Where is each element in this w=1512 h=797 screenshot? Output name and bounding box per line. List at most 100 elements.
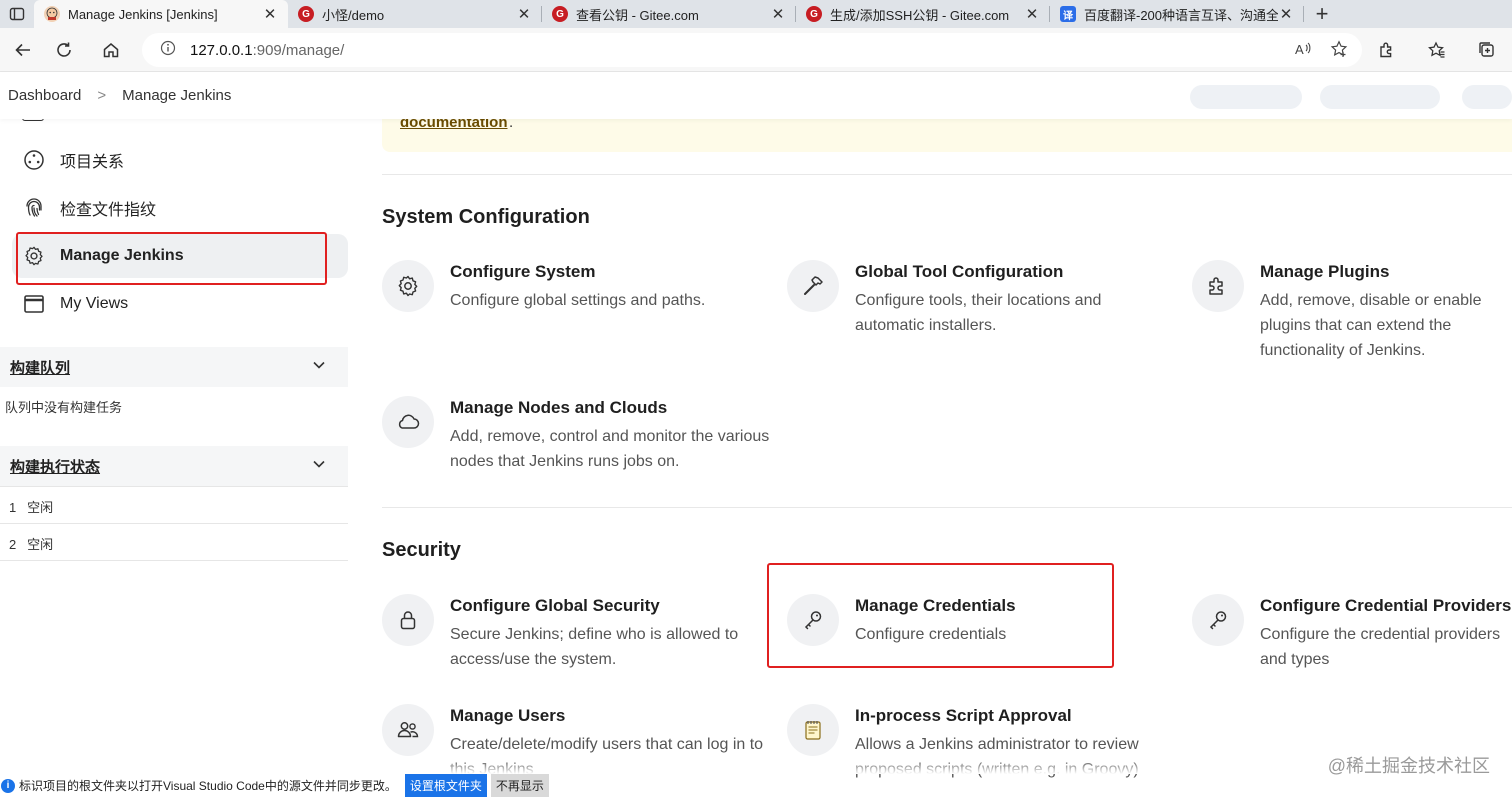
gitee-icon: G: [298, 6, 314, 22]
add-favorite-icon[interactable]: [1330, 40, 1348, 62]
card-description: Add, remove, disable or enable plugins t…: [1260, 292, 1482, 359]
browser-tab[interactable]: G 查看公钥 - Gitee.com ✕: [542, 0, 796, 28]
highlight-box-manage-credentials: [767, 563, 1114, 668]
site-info-icon[interactable]: [160, 40, 176, 60]
breadcrumb-dashboard[interactable]: Dashboard: [8, 87, 81, 104]
new-tab-button[interactable]: +: [1304, 0, 1340, 28]
card-configure-system[interactable]: Configure System Configure global settin…: [382, 260, 762, 340]
jenkins-icon: [44, 6, 60, 22]
card-description: Configure global settings and paths.: [450, 292, 706, 309]
sidebar-item-project-relationship[interactable]: 项目关系: [12, 138, 348, 182]
build-queue-header[interactable]: 构建队列: [0, 347, 348, 387]
executors-title[interactable]: 构建执行状态: [10, 456, 100, 477]
browser-tab[interactable]: G 小怪/demo ✕: [288, 0, 542, 28]
tab-close-icon[interactable]: ✕: [1278, 5, 1294, 23]
breadcrumb-placeholder: [1190, 85, 1302, 109]
watermark-text: @稀土掘金技术社区: [1327, 756, 1490, 776]
dont-show-again-button[interactable]: 不再显示: [490, 774, 549, 797]
tab-title: Manage Jenkins [Jenkins]: [68, 6, 218, 22]
set-root-folder-button[interactable]: 设置根文件夹: [404, 774, 487, 797]
card-title[interactable]: Manage Nodes and Clouds: [450, 398, 667, 418]
chevron-down-icon[interactable]: [312, 457, 326, 475]
baidu-translate-icon: 译: [1060, 6, 1076, 22]
url-host: 127.0.0.1: [190, 41, 253, 59]
read-aloud-icon[interactable]: A: [1294, 40, 1312, 62]
vscode-info-bar: i 标识项目的根文件夹以打开Visual Studio Code中的源文件并同步…: [0, 774, 600, 797]
browser-tab[interactable]: Manage Jenkins [Jenkins] ✕: [34, 0, 288, 28]
favorites-icon[interactable]: [1412, 41, 1462, 59]
gitee-icon: G: [552, 6, 568, 22]
executor-number: 2: [9, 537, 17, 552]
executors-header[interactable]: 构建执行状态: [0, 446, 348, 486]
sidebar-item-my-views[interactable]: My Views: [12, 282, 348, 326]
fingerprint-icon: [22, 196, 46, 220]
window-icon: [22, 292, 46, 316]
tab-close-icon[interactable]: ✕: [262, 5, 278, 23]
card-description: Configure the credential providers and t…: [1260, 626, 1501, 668]
breadcrumb-manage-jenkins[interactable]: Manage Jenkins: [122, 87, 231, 104]
collections-icon[interactable]: [1462, 41, 1512, 59]
info-icon: i: [1, 778, 15, 793]
card-manage-plugins[interactable]: Manage Plugins Add, remove, disable or e…: [1192, 260, 1512, 360]
build-queue-empty-text: 队列中没有构建任务: [5, 400, 123, 415]
executor-status: 空闲: [27, 537, 54, 552]
home-icon: [103, 42, 119, 57]
tab-close-icon[interactable]: ✕: [770, 5, 786, 23]
window-menu-icon[interactable]: [0, 0, 34, 28]
card-title[interactable]: Configure Global Security: [450, 596, 660, 616]
section-title-security: Security: [382, 539, 461, 561]
chevron-down-icon[interactable]: [312, 358, 326, 376]
card-configure-global-security[interactable]: Configure Global Security Secure Jenkins…: [382, 594, 762, 674]
tab-title: 小怪/demo: [322, 7, 385, 23]
highlight-box-manage-jenkins: [16, 232, 327, 285]
breadcrumb-placeholder: [1462, 85, 1512, 109]
main-content: documentation . System Configuration Con…: [382, 72, 1512, 797]
info-message: 标识项目的根文件夹以打开Visual Studio Code中的源文件并同步更改…: [19, 779, 397, 793]
card-description: Secure Jenkins; define who is allowed to…: [450, 626, 739, 668]
sidebar: 项目关系 检查文件指纹 Manage Jenkins My Views 构建队列…: [0, 113, 350, 797]
sidebar-item-label: 项目关系: [60, 154, 125, 171]
extensions-icon[interactable]: [1362, 41, 1412, 59]
address-bar[interactable]: 127.0.0.1:909/manage/ A: [142, 33, 1362, 67]
card-configure-credential-providers[interactable]: Configure Credential Providers Configure…: [1192, 594, 1512, 674]
executor-number: 1: [9, 500, 17, 515]
card-description: Add, remove, control and monitor the var…: [450, 428, 770, 470]
cloud-icon: [382, 396, 434, 448]
build-queue-title[interactable]: 构建队列: [10, 357, 70, 378]
executor-status: 空闲: [27, 500, 54, 515]
tab-close-icon[interactable]: ✕: [1024, 5, 1040, 23]
puzzle-icon: [1192, 260, 1244, 312]
card-global-tool-configuration[interactable]: Global Tool Configuration Configure tool…: [787, 260, 1167, 340]
refresh-button[interactable]: [41, 28, 87, 72]
key-icon: [1192, 594, 1244, 646]
gear-icon: [382, 260, 434, 312]
card-manage-nodes-and-clouds[interactable]: Manage Nodes and Clouds Add, remove, con…: [382, 396, 769, 476]
card-title[interactable]: Manage Plugins: [1260, 262, 1389, 282]
sidebar-item-label: 检查文件指纹: [60, 202, 157, 219]
svg-text:A: A: [1295, 42, 1304, 57]
breadcrumb-separator: >: [97, 87, 107, 104]
card-title[interactable]: In-process Script Approval: [855, 706, 1072, 726]
card-title[interactable]: Configure System: [450, 262, 595, 282]
card-description: Configure tools, their locations and aut…: [855, 292, 1102, 334]
tab-close-icon[interactable]: ✕: [516, 5, 532, 23]
refresh-icon: [57, 42, 71, 57]
home-button[interactable]: [88, 28, 134, 72]
browser-tab[interactable]: G 生成/添加SSH公钥 - Gitee.com ✕: [796, 0, 1050, 28]
browser-tab-strip: Manage Jenkins [Jenkins] ✕ G 小怪/demo ✕ G…: [0, 0, 1512, 28]
sidebar-item-fingerprint[interactable]: 检查文件指纹: [12, 186, 348, 230]
card-title[interactable]: Global Tool Configuration: [855, 262, 1063, 282]
hammer-icon: [787, 260, 839, 312]
back-button[interactable]: [0, 28, 46, 72]
browser-tab[interactable]: 译 百度翻译-200种语言互译、沟通全 ✕: [1050, 0, 1304, 28]
card-title[interactable]: Configure Credential Providers: [1260, 596, 1511, 616]
section-title-system-configuration: System Configuration: [382, 206, 590, 228]
breadcrumb-placeholder: [1320, 85, 1440, 109]
browser-toolbar: 127.0.0.1:909/manage/ A: [0, 28, 1512, 72]
url-path: :909/manage/: [252, 41, 345, 59]
users-icon: [382, 704, 434, 756]
card-title[interactable]: Manage Users: [450, 706, 565, 726]
tab-title: 查看公钥 - Gitee.com: [576, 7, 699, 23]
tab-title: 百度翻译-200种语言互译、沟通全: [1084, 7, 1278, 23]
executor-row: 2 空闲: [9, 534, 53, 553]
